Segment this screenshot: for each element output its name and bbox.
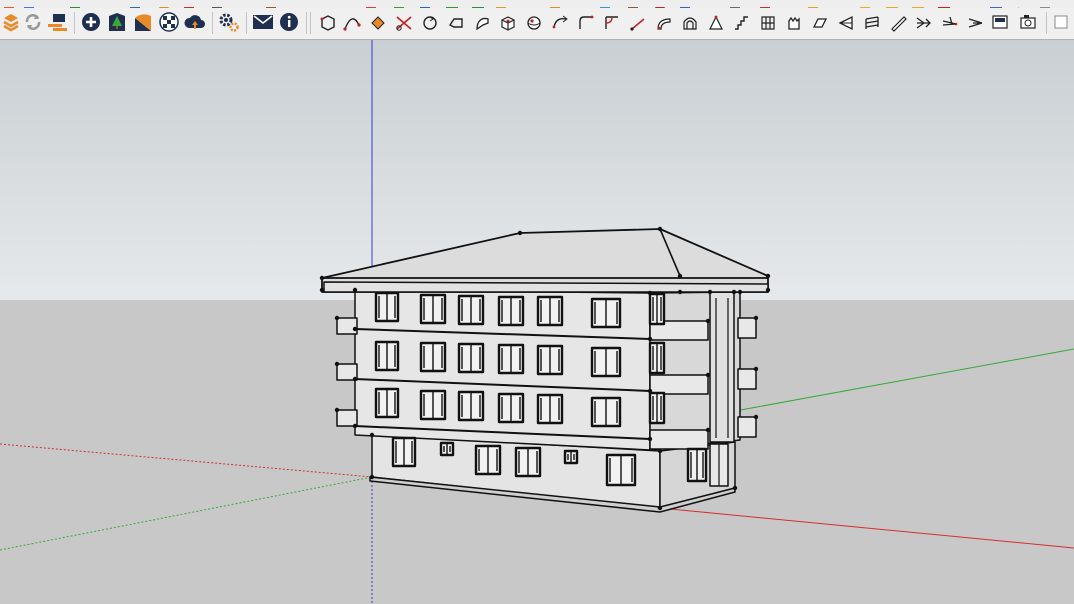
vertex-11 xyxy=(737,289,743,295)
vertex-30 xyxy=(753,414,759,420)
vertex-23 xyxy=(707,289,713,295)
plane-icon[interactable] xyxy=(812,18,828,28)
window-controls-icon[interactable] xyxy=(1050,11,1072,33)
right-balcony-3 xyxy=(737,317,757,339)
vertex-22 xyxy=(647,436,653,442)
toolbar-separator xyxy=(306,12,307,34)
right-balcony-1 xyxy=(737,416,757,438)
vertex-20 xyxy=(647,388,653,394)
ruler-icon[interactable] xyxy=(891,16,907,32)
vertex-17 xyxy=(352,326,358,332)
vertex-10 xyxy=(647,290,653,296)
glove-icon[interactable] xyxy=(788,16,800,30)
toolbar-separator xyxy=(74,12,75,34)
orbit-refresh-icon[interactable] xyxy=(22,11,44,33)
arch-icon[interactable] xyxy=(683,17,697,30)
slice-icon[interactable] xyxy=(838,15,853,31)
sweep-icon[interactable] xyxy=(657,18,671,30)
left-balcony-1 xyxy=(336,409,358,427)
curve-arrow-icon[interactable] xyxy=(552,15,568,29)
vertex-16 xyxy=(657,448,663,454)
vertex-29 xyxy=(753,366,759,372)
fillet-icon[interactable] xyxy=(605,16,618,29)
scissors-icon[interactable] xyxy=(396,16,412,31)
vertex-5 xyxy=(765,273,771,279)
3d-scene[interactable] xyxy=(0,40,1074,604)
add-location-icon[interactable] xyxy=(80,11,102,33)
vertex-33 xyxy=(705,427,711,433)
toolbar-top-row xyxy=(0,0,1074,8)
vertex-21 xyxy=(352,423,358,429)
rotate-shape-icon[interactable] xyxy=(423,16,437,30)
vertex-2 xyxy=(319,287,325,293)
grid-wall-icon[interactable] xyxy=(761,16,775,30)
vertex-15 xyxy=(369,432,375,438)
vertex-13 xyxy=(657,505,663,511)
vertex-28 xyxy=(753,315,759,321)
move-shape-icon[interactable] xyxy=(448,18,463,28)
vertex-19 xyxy=(352,376,358,382)
modeling-viewport[interactable] xyxy=(0,40,1074,604)
bezier-icon[interactable] xyxy=(343,18,361,31)
vertex-9 xyxy=(352,287,358,293)
vertex-26 xyxy=(334,361,340,367)
components-icon[interactable] xyxy=(0,11,22,33)
vertex-3 xyxy=(517,230,523,236)
stack-icon[interactable] xyxy=(865,16,879,29)
extension-settings-icon[interactable] xyxy=(218,11,240,33)
sphere-icon[interactable] xyxy=(527,16,541,30)
camera-scenes-icon[interactable] xyxy=(47,11,69,33)
camera-save-icon[interactable] xyxy=(1018,11,1040,33)
extrude-icon[interactable] xyxy=(968,18,983,28)
plugin-toolbar xyxy=(320,15,1008,32)
left-balcony-3 xyxy=(336,317,358,335)
line-cut-icon[interactable] xyxy=(630,18,645,31)
vertex-24 xyxy=(731,289,737,295)
vertex-4 xyxy=(657,226,663,232)
vertex-32 xyxy=(705,372,711,378)
box-icon[interactable] xyxy=(501,16,515,31)
corner-arc-icon[interactable] xyxy=(579,15,594,29)
vertex-12 xyxy=(369,474,375,480)
vertex-8 xyxy=(677,289,683,295)
roof-icon[interactable] xyxy=(709,15,723,30)
stair-icon[interactable] xyxy=(735,16,748,30)
hand-drag-icon[interactable] xyxy=(476,17,489,31)
front-balcony-1 xyxy=(649,429,709,450)
blade-icon[interactable] xyxy=(942,16,958,26)
geolocation-icon[interactable] xyxy=(106,11,128,33)
cloud-upload-icon[interactable] xyxy=(184,11,206,33)
vertex-14 xyxy=(732,485,738,491)
shelf-icon[interactable] xyxy=(992,15,1008,29)
vertex-7 xyxy=(677,273,683,279)
vertex-18 xyxy=(647,336,653,342)
vertex-6 xyxy=(765,287,771,293)
toolbar-separator xyxy=(212,12,213,34)
toolbar-separator xyxy=(310,12,311,34)
roof-fascia xyxy=(323,281,769,293)
arrow-split-icon[interactable] xyxy=(916,17,931,29)
cube-select-icon[interactable] xyxy=(320,15,335,31)
stair-core xyxy=(709,291,735,443)
eraser-paint-icon[interactable] xyxy=(371,16,385,30)
mail-icon[interactable] xyxy=(252,11,274,33)
texture-icon[interactable] xyxy=(158,11,180,33)
vertex-31 xyxy=(705,318,711,324)
info-icon[interactable] xyxy=(278,11,300,33)
toolbar-separator xyxy=(246,12,247,34)
shadow-settings-icon[interactable] xyxy=(132,11,154,33)
vertex-25 xyxy=(334,315,340,321)
toolbar-separator xyxy=(1046,12,1047,34)
right-balcony-2 xyxy=(737,368,757,390)
vertex-27 xyxy=(334,407,340,413)
building-model[interactable] xyxy=(319,226,771,513)
front-balcony-2 xyxy=(649,374,709,395)
toolbar xyxy=(0,8,1074,40)
vertex-1 xyxy=(319,275,325,281)
